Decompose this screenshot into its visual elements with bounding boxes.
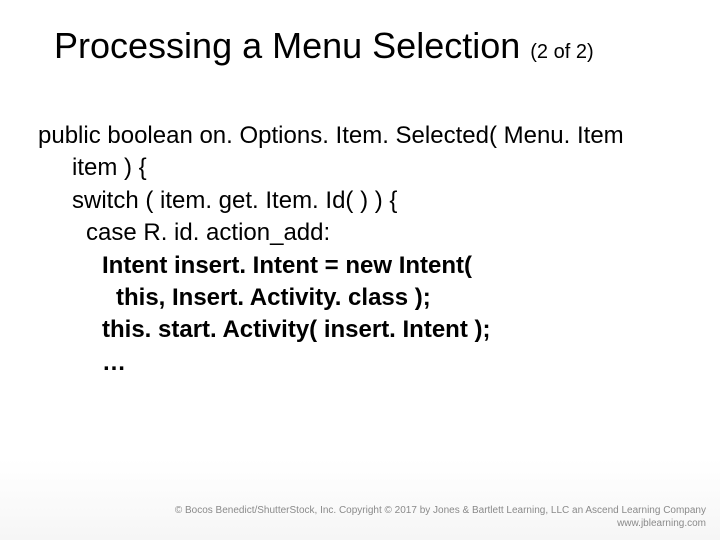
copyright-line: © Bocos Benedict/ShutterStock, Inc. Copy…	[175, 505, 706, 516]
slide-body: public boolean on. Options. Item. Select…	[38, 120, 680, 379]
code-line: switch ( item. get. Item. Id( ) ) {	[38, 185, 680, 217]
code-line: this. start. Activity( insert. Intent );	[38, 314, 680, 346]
code-line: public boolean on. Options. Item. Select…	[38, 120, 680, 152]
code-line: this, Insert. Activity. class );	[38, 282, 680, 314]
code-line: item ) {	[38, 152, 680, 184]
slide-title: Processing a Menu Selection (2 of 2)	[54, 26, 680, 66]
slide: Processing a Menu Selection (2 of 2) pub…	[0, 0, 720, 540]
title-text: Processing a Menu Selection	[54, 25, 530, 66]
code-line: case R. id. action_add:	[38, 217, 680, 249]
copyright-notice: © Bocos Benedict/ShutterStock, Inc. Copy…	[175, 505, 706, 530]
title-pager: (2 of 2)	[530, 41, 593, 63]
code-line: Intent insert. Intent = new Intent(	[38, 250, 680, 282]
copyright-line: www.jblearning.com	[175, 518, 706, 531]
code-line: …	[38, 347, 680, 379]
